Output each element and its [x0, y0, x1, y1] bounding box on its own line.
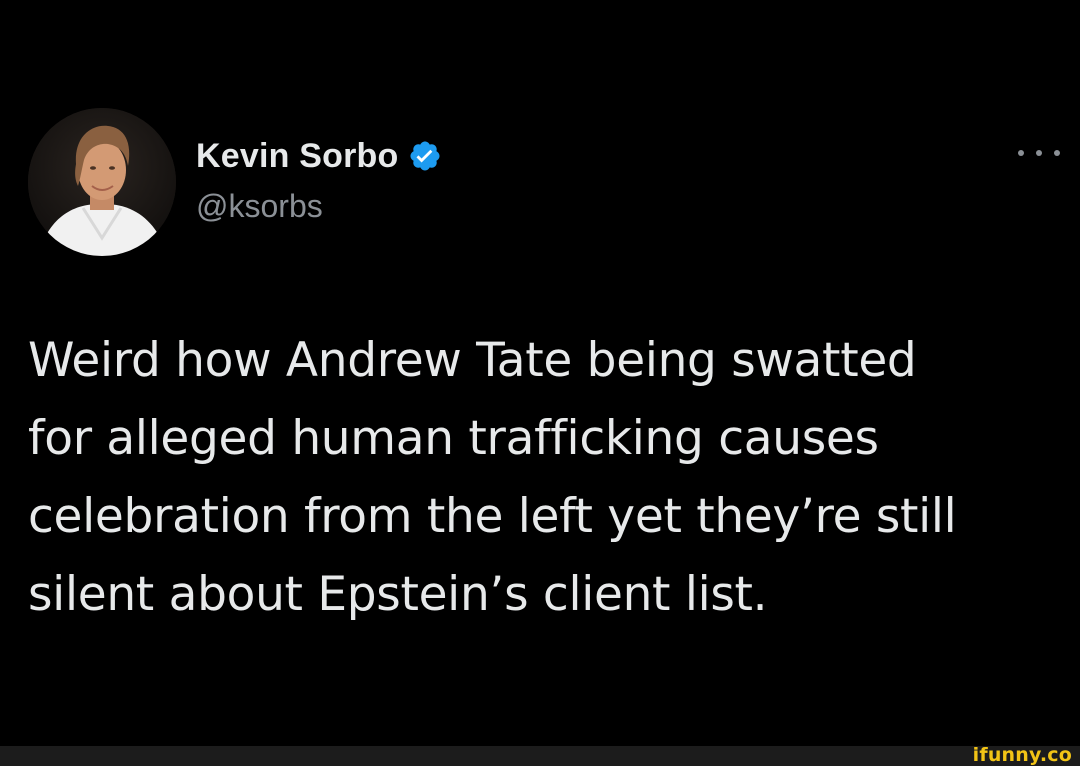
watermark-bar: ifunny.co — [0, 744, 1080, 766]
author-handle[interactable]: @ksorbs — [196, 188, 323, 225]
more-options-icon[interactable] — [1018, 140, 1060, 166]
dot-icon — [1036, 150, 1042, 156]
tweet-card: Kevin Sorbo @ksorbs Weird how Andrew Tat… — [0, 0, 1080, 746]
watermark-logo: ifunny.co — [972, 744, 1072, 766]
dot-icon — [1054, 150, 1060, 156]
author-name-row: Kevin Sorbo — [196, 134, 442, 178]
dot-icon — [1018, 150, 1024, 156]
verified-badge-icon — [408, 139, 442, 173]
author-display-name[interactable]: Kevin Sorbo — [196, 137, 398, 176]
avatar[interactable] — [28, 108, 176, 256]
tweet-text: Weird how Andrew Tate being swatted for … — [28, 333, 957, 622]
profile-photo-icon — [28, 108, 176, 256]
